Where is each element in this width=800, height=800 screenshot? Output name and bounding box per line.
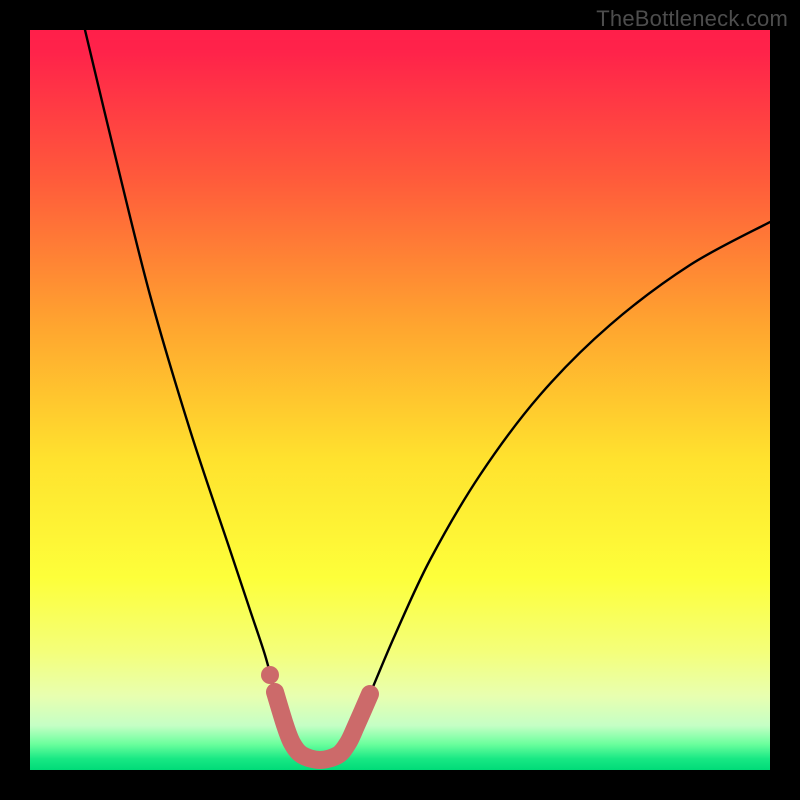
gradient-background — [30, 30, 770, 770]
bottleneck-chart — [30, 30, 770, 770]
marker-dot — [261, 666, 279, 684]
chart-frame — [30, 30, 770, 770]
attribution-label: TheBottleneck.com — [596, 6, 788, 32]
